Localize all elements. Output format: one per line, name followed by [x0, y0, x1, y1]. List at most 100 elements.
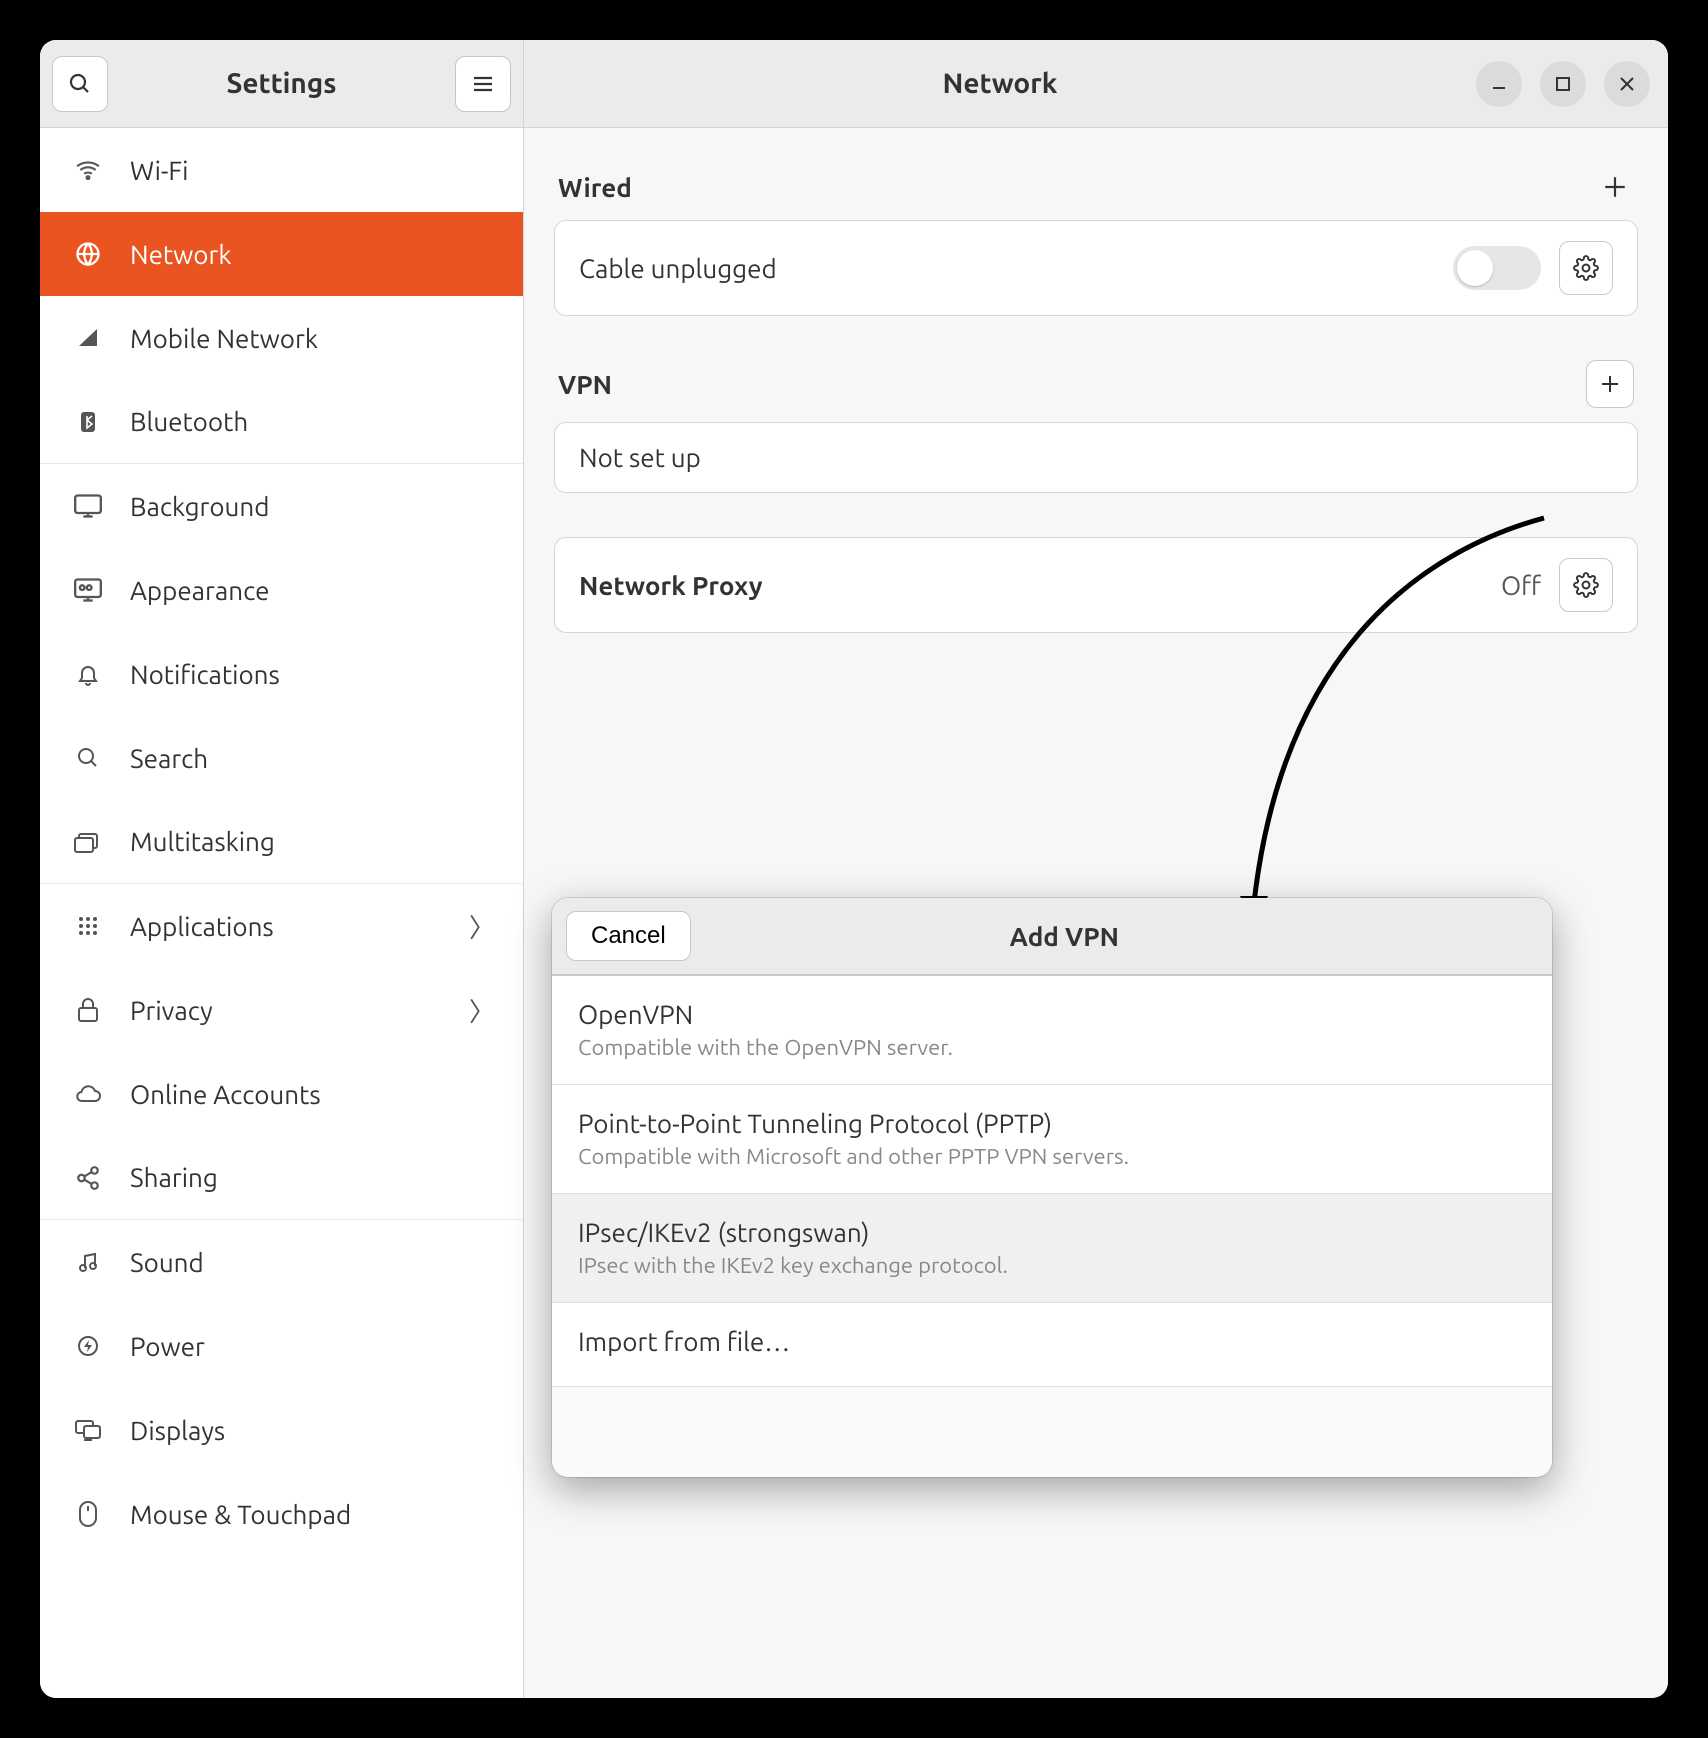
- wired-section-header: Wired: [558, 168, 1634, 206]
- apps-icon: [68, 915, 108, 937]
- chevron-right-icon: 〉: [469, 992, 495, 1029]
- page-title: Network: [542, 68, 1458, 99]
- wired-card: Cable unplugged: [554, 220, 1638, 316]
- vpn-option-point-to-point-tunneling-protocol-pptp[interactable]: Point-to-Point Tunneling Protocol (PPTP)…: [552, 1085, 1552, 1194]
- sidebar-item-label: Sound: [130, 1248, 495, 1277]
- sidebar-item-label: Applications: [130, 912, 469, 941]
- sidebar-item-label: Background: [130, 492, 495, 521]
- appearance-icon: [68, 578, 108, 602]
- lock-icon: [68, 997, 108, 1023]
- sidebar-item-label: Wi-Fi: [130, 156, 495, 185]
- mobile-icon: [68, 326, 108, 350]
- window-body: Wi-Fi Network Mobile Network Bluetooth Backg…: [40, 128, 1668, 1698]
- header-right: Network: [524, 40, 1668, 127]
- vpn-option-name: IPsec/IKEv2 (strongswan): [578, 1218, 1526, 1247]
- globe-icon: [68, 240, 108, 268]
- sidebar-item-label: Displays: [130, 1416, 495, 1445]
- wired-settings-button[interactable]: [1559, 241, 1613, 295]
- sidebar-item-mouse-touchpad[interactable]: Mouse & Touchpad: [40, 1472, 523, 1556]
- plus-icon: [1602, 174, 1628, 200]
- sidebar[interactable]: Wi-Fi Network Mobile Network Bluetooth Backg…: [40, 128, 524, 1698]
- sidebar-item-displays[interactable]: Displays: [40, 1388, 523, 1472]
- add-wired-button[interactable]: [1596, 168, 1634, 206]
- displays-icon: [68, 1418, 108, 1442]
- vpn-option-import-from-file[interactable]: Import from file…: [552, 1303, 1552, 1387]
- sidebar-item-label: Bluetooth: [130, 407, 495, 436]
- sidebar-item-bluetooth[interactable]: Bluetooth: [40, 380, 523, 464]
- vpn-option-openvpn[interactable]: OpenVPN Compatible with the OpenVPN serve…: [552, 976, 1552, 1085]
- wifi-icon: [68, 157, 108, 183]
- settings-window: Settings Network Wi-Fi Network Mobile Netw…: [40, 40, 1668, 1698]
- sidebar-item-mobile-network[interactable]: Mobile Network: [40, 296, 523, 380]
- dialog-header: Cancel Add VPN: [552, 898, 1552, 976]
- search-icon: [68, 746, 108, 770]
- search-icon: [68, 72, 92, 96]
- vpn-option-ipsec-ikev2-strongswan[interactable]: IPsec/IKEv2 (strongswan) IPsec with the I…: [552, 1194, 1552, 1303]
- chevron-right-icon: 〉: [469, 908, 495, 945]
- add-vpn-button[interactable]: [1586, 360, 1634, 408]
- power-icon: [68, 1334, 108, 1358]
- sidebar-item-label: Online Accounts: [130, 1080, 495, 1109]
- wired-title: Wired: [558, 173, 1596, 202]
- sidebar-item-background[interactable]: Background: [40, 464, 523, 548]
- multitask-icon: [68, 831, 108, 853]
- proxy-card: Network Proxy Off: [554, 537, 1638, 633]
- sidebar-item-sharing[interactable]: Sharing: [40, 1136, 523, 1220]
- wired-status: Cable unplugged: [579, 254, 1453, 283]
- sidebar-item-label: Multitasking: [130, 827, 495, 856]
- close-icon: [1618, 75, 1636, 93]
- wired-toggle[interactable]: [1453, 246, 1541, 290]
- sidebar-item-multitasking[interactable]: Multitasking: [40, 800, 523, 884]
- content-pane: Wired Cable unplugged VPN Not: [524, 128, 1668, 1698]
- sidebar-item-network[interactable]: Network: [40, 212, 523, 296]
- add-vpn-dialog: Cancel Add VPN OpenVPN Compatible with th…: [552, 898, 1552, 1477]
- gear-icon: [1573, 572, 1599, 598]
- sidebar-item-notifications[interactable]: Notifications: [40, 632, 523, 716]
- bluetooth-icon: [68, 408, 108, 436]
- dialog-title: Add VPN: [691, 922, 1438, 951]
- vpn-card: Not set up: [554, 422, 1638, 493]
- bell-icon: [68, 661, 108, 687]
- minimize-button[interactable]: [1476, 61, 1522, 107]
- sidebar-item-appearance[interactable]: Appearance: [40, 548, 523, 632]
- vpn-options-list: OpenVPN Compatible with the OpenVPN serve…: [552, 976, 1552, 1387]
- sidebar-item-sound[interactable]: Sound: [40, 1220, 523, 1304]
- vpn-option-desc: IPsec with the IKEv2 key exchange protoc…: [578, 1253, 1526, 1278]
- sidebar-item-wi-fi[interactable]: Wi-Fi: [40, 128, 523, 212]
- sidebar-item-applications[interactable]: Applications〉: [40, 884, 523, 968]
- background-icon: [68, 494, 108, 518]
- sidebar-item-label: Appearance: [130, 576, 495, 605]
- maximize-icon: [1555, 76, 1571, 92]
- minimize-icon: [1490, 75, 1508, 93]
- sidebar-title: Settings: [108, 68, 455, 99]
- header-left: Settings: [40, 40, 524, 127]
- sidebar-item-label: Mouse & Touchpad: [130, 1500, 495, 1529]
- search-button[interactable]: [52, 56, 108, 112]
- vpn-option-desc: Compatible with Microsoft and other PPTP…: [578, 1144, 1526, 1169]
- sidebar-item-search[interactable]: Search: [40, 716, 523, 800]
- vpn-status: Not set up: [579, 443, 1613, 472]
- sidebar-item-label: Search: [130, 744, 495, 773]
- hamburger-button[interactable]: [455, 56, 511, 112]
- cloud-icon: [68, 1084, 108, 1104]
- sidebar-item-label: Notifications: [130, 660, 495, 689]
- maximize-button[interactable]: [1540, 61, 1586, 107]
- cancel-button[interactable]: Cancel: [566, 911, 691, 961]
- mouse-icon: [68, 1500, 108, 1528]
- vpn-option-name: OpenVPN: [578, 1000, 1526, 1029]
- vpn-option-desc: Compatible with the OpenVPN server.: [578, 1035, 1526, 1060]
- sidebar-item-label: Mobile Network: [130, 324, 495, 353]
- gear-icon: [1573, 255, 1599, 281]
- header-bar: Settings Network: [40, 40, 1668, 128]
- sidebar-item-label: Privacy: [130, 996, 469, 1025]
- plus-icon: [1598, 372, 1622, 396]
- proxy-settings-button[interactable]: [1559, 558, 1613, 612]
- sidebar-item-power[interactable]: Power: [40, 1304, 523, 1388]
- sidebar-item-label: Network: [130, 240, 495, 269]
- close-button[interactable]: [1604, 61, 1650, 107]
- vpn-option-name: Import from file…: [578, 1327, 1526, 1356]
- proxy-status: Off: [1501, 571, 1541, 600]
- dialog-filler: [552, 1387, 1552, 1477]
- sidebar-item-online-accounts[interactable]: Online Accounts: [40, 1052, 523, 1136]
- sidebar-item-privacy[interactable]: Privacy〉: [40, 968, 523, 1052]
